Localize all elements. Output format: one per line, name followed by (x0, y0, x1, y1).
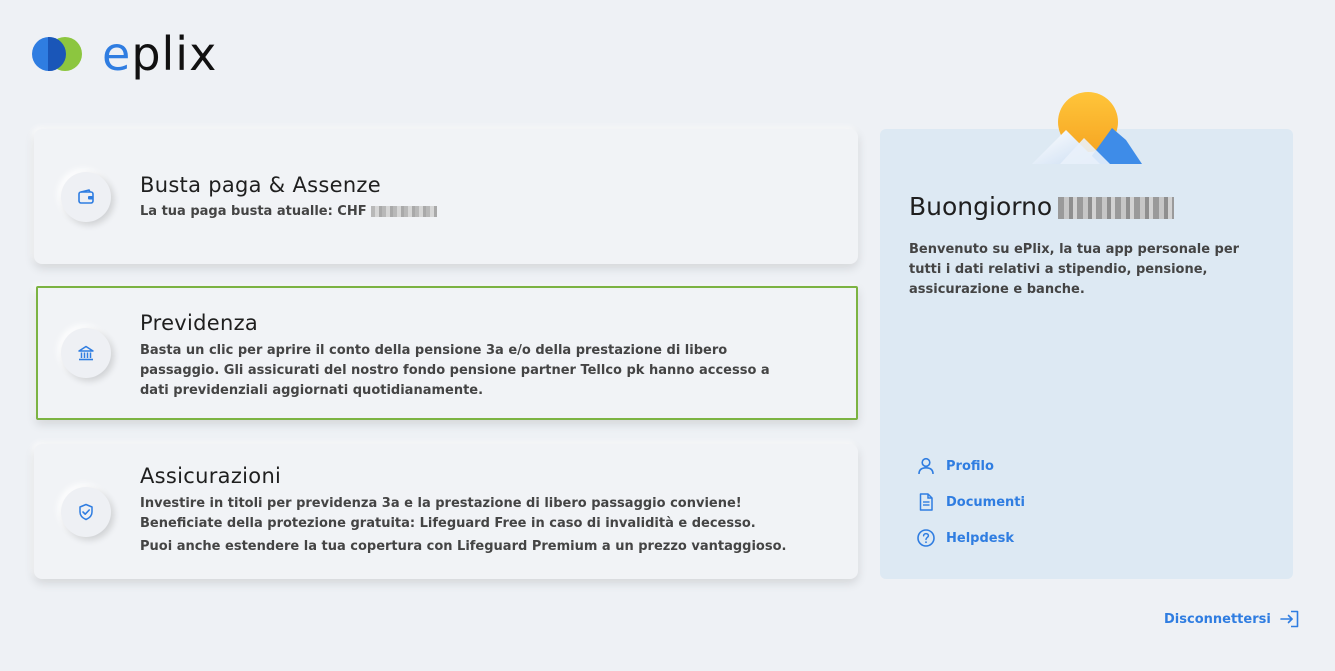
redacted-amount (370, 206, 437, 217)
help-icon (917, 529, 935, 547)
logout-icon (1280, 610, 1299, 628)
card-title: Assicurazioni (140, 464, 282, 488)
card-description-extra: Puoi anche estendere la tua copertura co… (140, 539, 787, 554)
redacted-username (1058, 197, 1175, 219)
logout-button[interactable]: Disconnettersi (1164, 609, 1301, 629)
card-title: Previdenza (140, 311, 259, 335)
user-icon (918, 457, 934, 475)
card-title: Busta paga & Assenze (140, 173, 381, 197)
card-description: Investire in titoli per previdenza 3a e … (140, 496, 756, 531)
welcome-text: Benvenuto su ePlix, la tua app personale… (909, 242, 1240, 297)
sun-mountain-illustration (1032, 92, 1142, 164)
shield-check-icon (61, 487, 111, 537)
documents-link[interactable]: Documenti (916, 492, 1025, 512)
profile-link[interactable]: Profilo (916, 456, 994, 476)
bank-icon (61, 328, 111, 378)
card-insurance[interactable]: Assicurazioni Investire in titoli per pr… (34, 444, 858, 579)
helpdesk-link[interactable]: Helpdesk (916, 528, 1014, 548)
eplix-logo[interactable]: eplix (32, 27, 218, 81)
eplix-logo-mark (32, 36, 84, 72)
eplix-logo-text: eplix (102, 27, 218, 81)
card-pension[interactable]: Previdenza Basta un clic per aprire il c… (36, 286, 858, 420)
greeting-heading: Buongiorno (909, 192, 1175, 221)
card-description: La tua paga busta atualle: CHF (140, 202, 820, 222)
document-icon (919, 493, 933, 511)
card-payroll[interactable]: Busta paga & Assenze La tua paga busta a… (34, 129, 858, 264)
card-description: Basta un clic per aprire il conto della … (140, 343, 770, 398)
wallet-icon (61, 172, 111, 222)
